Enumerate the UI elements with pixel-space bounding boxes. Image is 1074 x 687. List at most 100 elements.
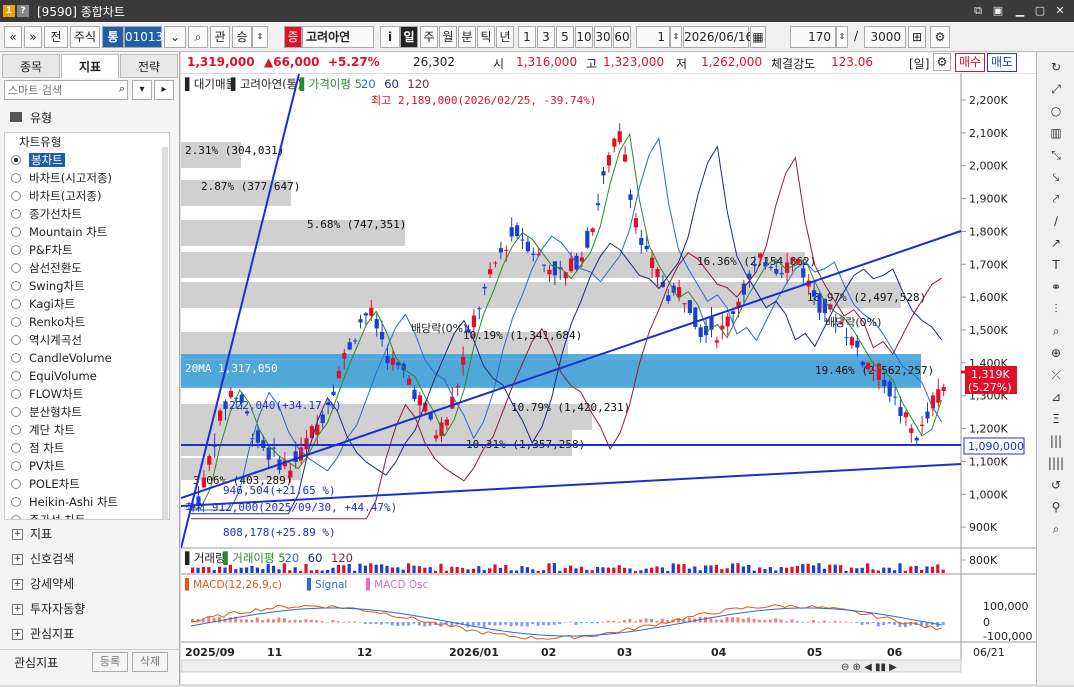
tab-strategy[interactable]: 전략 xyxy=(120,54,178,78)
crosshair-icon[interactable]: ⤢ xyxy=(1047,80,1065,98)
spin-icon[interactable]: ⇕ xyxy=(252,26,268,48)
window-icon[interactable]: ⧉ xyxy=(970,3,986,19)
indicator-group[interactable]: + 신호검색 xyxy=(0,547,180,572)
restore-icon[interactable]: ▢ xyxy=(1032,3,1048,19)
search-icon[interactable]: ⌕ xyxy=(188,26,208,48)
chart-type-item[interactable]: PV차트 xyxy=(5,457,169,475)
circle-icon[interactable]: ○ xyxy=(1047,102,1065,120)
chart-type-item[interactable]: CandleVolume xyxy=(5,349,169,367)
radio-icon[interactable] xyxy=(11,497,21,507)
tong-toggle[interactable]: 통 xyxy=(102,26,124,48)
search-option-button[interactable]: ▾ xyxy=(132,80,152,100)
chart-type-item[interactable]: 계단 차트 xyxy=(5,421,169,439)
seung-button[interactable]: 승 xyxy=(232,26,252,48)
channel-icon[interactable]: ⚭ xyxy=(1047,278,1065,296)
smart-search-input[interactable] xyxy=(5,81,113,99)
interval-60[interactable]: 60 xyxy=(613,26,631,48)
interval-5[interactable]: 5 xyxy=(556,26,574,48)
zoom-in-icon[interactable]: ⊕ xyxy=(1047,344,1065,362)
chart-type-item[interactable]: POLE차트 xyxy=(5,475,169,493)
ray-icon[interactable]: ⤥ xyxy=(1047,168,1065,186)
refresh-icon[interactable]: ↻ xyxy=(1047,58,1065,76)
search-icon[interactable]: ⌕ xyxy=(119,82,125,96)
line-tool-icon[interactable]: ⤡ xyxy=(1047,146,1065,164)
radio-icon[interactable] xyxy=(11,173,21,183)
arrow-tool-icon[interactable]: ⤤ xyxy=(1047,190,1065,208)
unit-spin-icon[interactable]: ⇕ xyxy=(670,26,682,48)
pin-icon[interactable]: ▣ xyxy=(990,3,1006,19)
candle-icon[interactable]: ⫶ xyxy=(1047,300,1065,318)
radio-icon[interactable] xyxy=(11,155,21,165)
radio-icon[interactable] xyxy=(11,425,21,435)
settings-icon[interactable]: ⚙ xyxy=(930,26,950,48)
interval-10[interactable]: 10 xyxy=(575,26,593,48)
apply-icon[interactable]: ⊞ xyxy=(908,26,926,48)
radio-icon[interactable] xyxy=(11,461,21,471)
sell-button[interactable]: 매도 xyxy=(987,53,1017,72)
chart-type-item[interactable]: Renko차트 xyxy=(5,313,169,331)
undo-icon[interactable]: ↺ xyxy=(1047,476,1065,494)
market-select[interactable]: 주식 xyxy=(70,26,100,48)
unit-input[interactable]: 1 xyxy=(636,26,670,48)
radio-icon[interactable] xyxy=(11,407,21,417)
radio-icon[interactable] xyxy=(11,245,21,255)
tab-indicator[interactable]: 지표 xyxy=(61,54,119,78)
interval-1[interactable]: 1 xyxy=(518,26,536,48)
chart-type-item[interactable]: 봉차트 xyxy=(5,151,169,169)
radio-icon[interactable] xyxy=(11,371,21,381)
auto-line-icon[interactable]: ↗ xyxy=(1047,234,1065,252)
chart-type-item[interactable]: 점 차트 xyxy=(5,439,169,457)
chart-type-item[interactable]: 주가선 차트 xyxy=(5,511,169,519)
radio-icon[interactable] xyxy=(11,281,21,291)
chart-type-item[interactable]: FLOW차트 xyxy=(5,385,169,403)
chart-type-item[interactable]: 삼선전환도 xyxy=(5,259,169,277)
grid2-icon[interactable]: |||| xyxy=(1047,454,1065,472)
list-scrollbar[interactable] xyxy=(162,147,168,519)
period-month-tab[interactable]: 월 xyxy=(439,26,457,48)
interval-3[interactable]: 3 xyxy=(537,26,555,48)
radio-icon[interactable] xyxy=(11,443,21,453)
chart-type-item[interactable]: 바차트(시고저종) xyxy=(5,169,169,187)
chart-type-item[interactable]: Kagi차트 xyxy=(5,295,169,313)
indicator-group[interactable]: + 강세약세 xyxy=(0,572,180,597)
radio-icon[interactable] xyxy=(11,353,21,363)
indicator-group[interactable]: + 투자자동향 xyxy=(0,597,180,622)
triangle-icon[interactable]: ⊿ xyxy=(1047,388,1065,406)
zoom-icon[interactable]: ⌕ xyxy=(1047,322,1065,340)
settings-icon[interactable]: ⚙ xyxy=(933,53,951,71)
chart-type-item[interactable]: Heikin-Ashi 차트 xyxy=(5,493,169,511)
chevron-down-icon[interactable]: » xyxy=(24,26,42,48)
close-icon[interactable]: ✕ xyxy=(1052,3,1068,19)
period-week-tab[interactable]: 주 xyxy=(420,26,438,48)
buy-button[interactable]: 매수 xyxy=(955,53,985,72)
gwan-button[interactable]: 관 xyxy=(210,26,230,48)
indicator-group[interactable]: + 지표 xyxy=(0,522,180,547)
chart-svg[interactable]: ▌대기매물▌고려아연(통)▌가격이평 5 20 60 1202.31% (304,03… xyxy=(180,73,1036,684)
radio-icon[interactable] xyxy=(11,515,21,519)
chart-type-item[interactable]: 종가선차트 xyxy=(5,205,169,223)
interval-30[interactable]: 30 xyxy=(594,26,612,48)
help-icon[interactable]: ? xyxy=(17,5,29,17)
stock-code-input[interactable]: 010130 xyxy=(124,26,171,48)
period-day-tab[interactable]: 일 xyxy=(400,26,418,48)
cross-icon[interactable]: ⤫ xyxy=(1047,366,1065,384)
radio-icon[interactable] xyxy=(11,317,21,327)
trendline-icon[interactable]: ∕ xyxy=(1047,212,1065,230)
radio-icon[interactable] xyxy=(11,263,21,273)
pin-icon[interactable]: ⚲ xyxy=(1047,498,1065,516)
radio-icon[interactable] xyxy=(11,209,21,219)
tree-group[interactable]: 차트유형 xyxy=(5,133,169,151)
register-button[interactable]: 등록 xyxy=(92,652,128,672)
total-input[interactable]: 3000 xyxy=(864,26,906,48)
period-year-tab[interactable]: 년 xyxy=(496,26,514,48)
chart-type-item[interactable]: Swing차트 xyxy=(5,277,169,295)
delete-button[interactable]: 삭제 xyxy=(132,652,168,672)
period-minute-tab[interactable]: 분 xyxy=(458,26,476,48)
chart-type-item[interactable]: 분산형차트 xyxy=(5,403,169,421)
radio-icon[interactable] xyxy=(11,299,21,309)
prev-button[interactable]: 전 xyxy=(44,26,68,48)
tab-stock[interactable]: 종목 xyxy=(2,54,60,78)
text-tool-icon[interactable]: T xyxy=(1047,256,1065,274)
fib-icon[interactable]: Ξ xyxy=(1047,410,1065,428)
calendar-icon[interactable]: ▦ xyxy=(750,26,766,48)
